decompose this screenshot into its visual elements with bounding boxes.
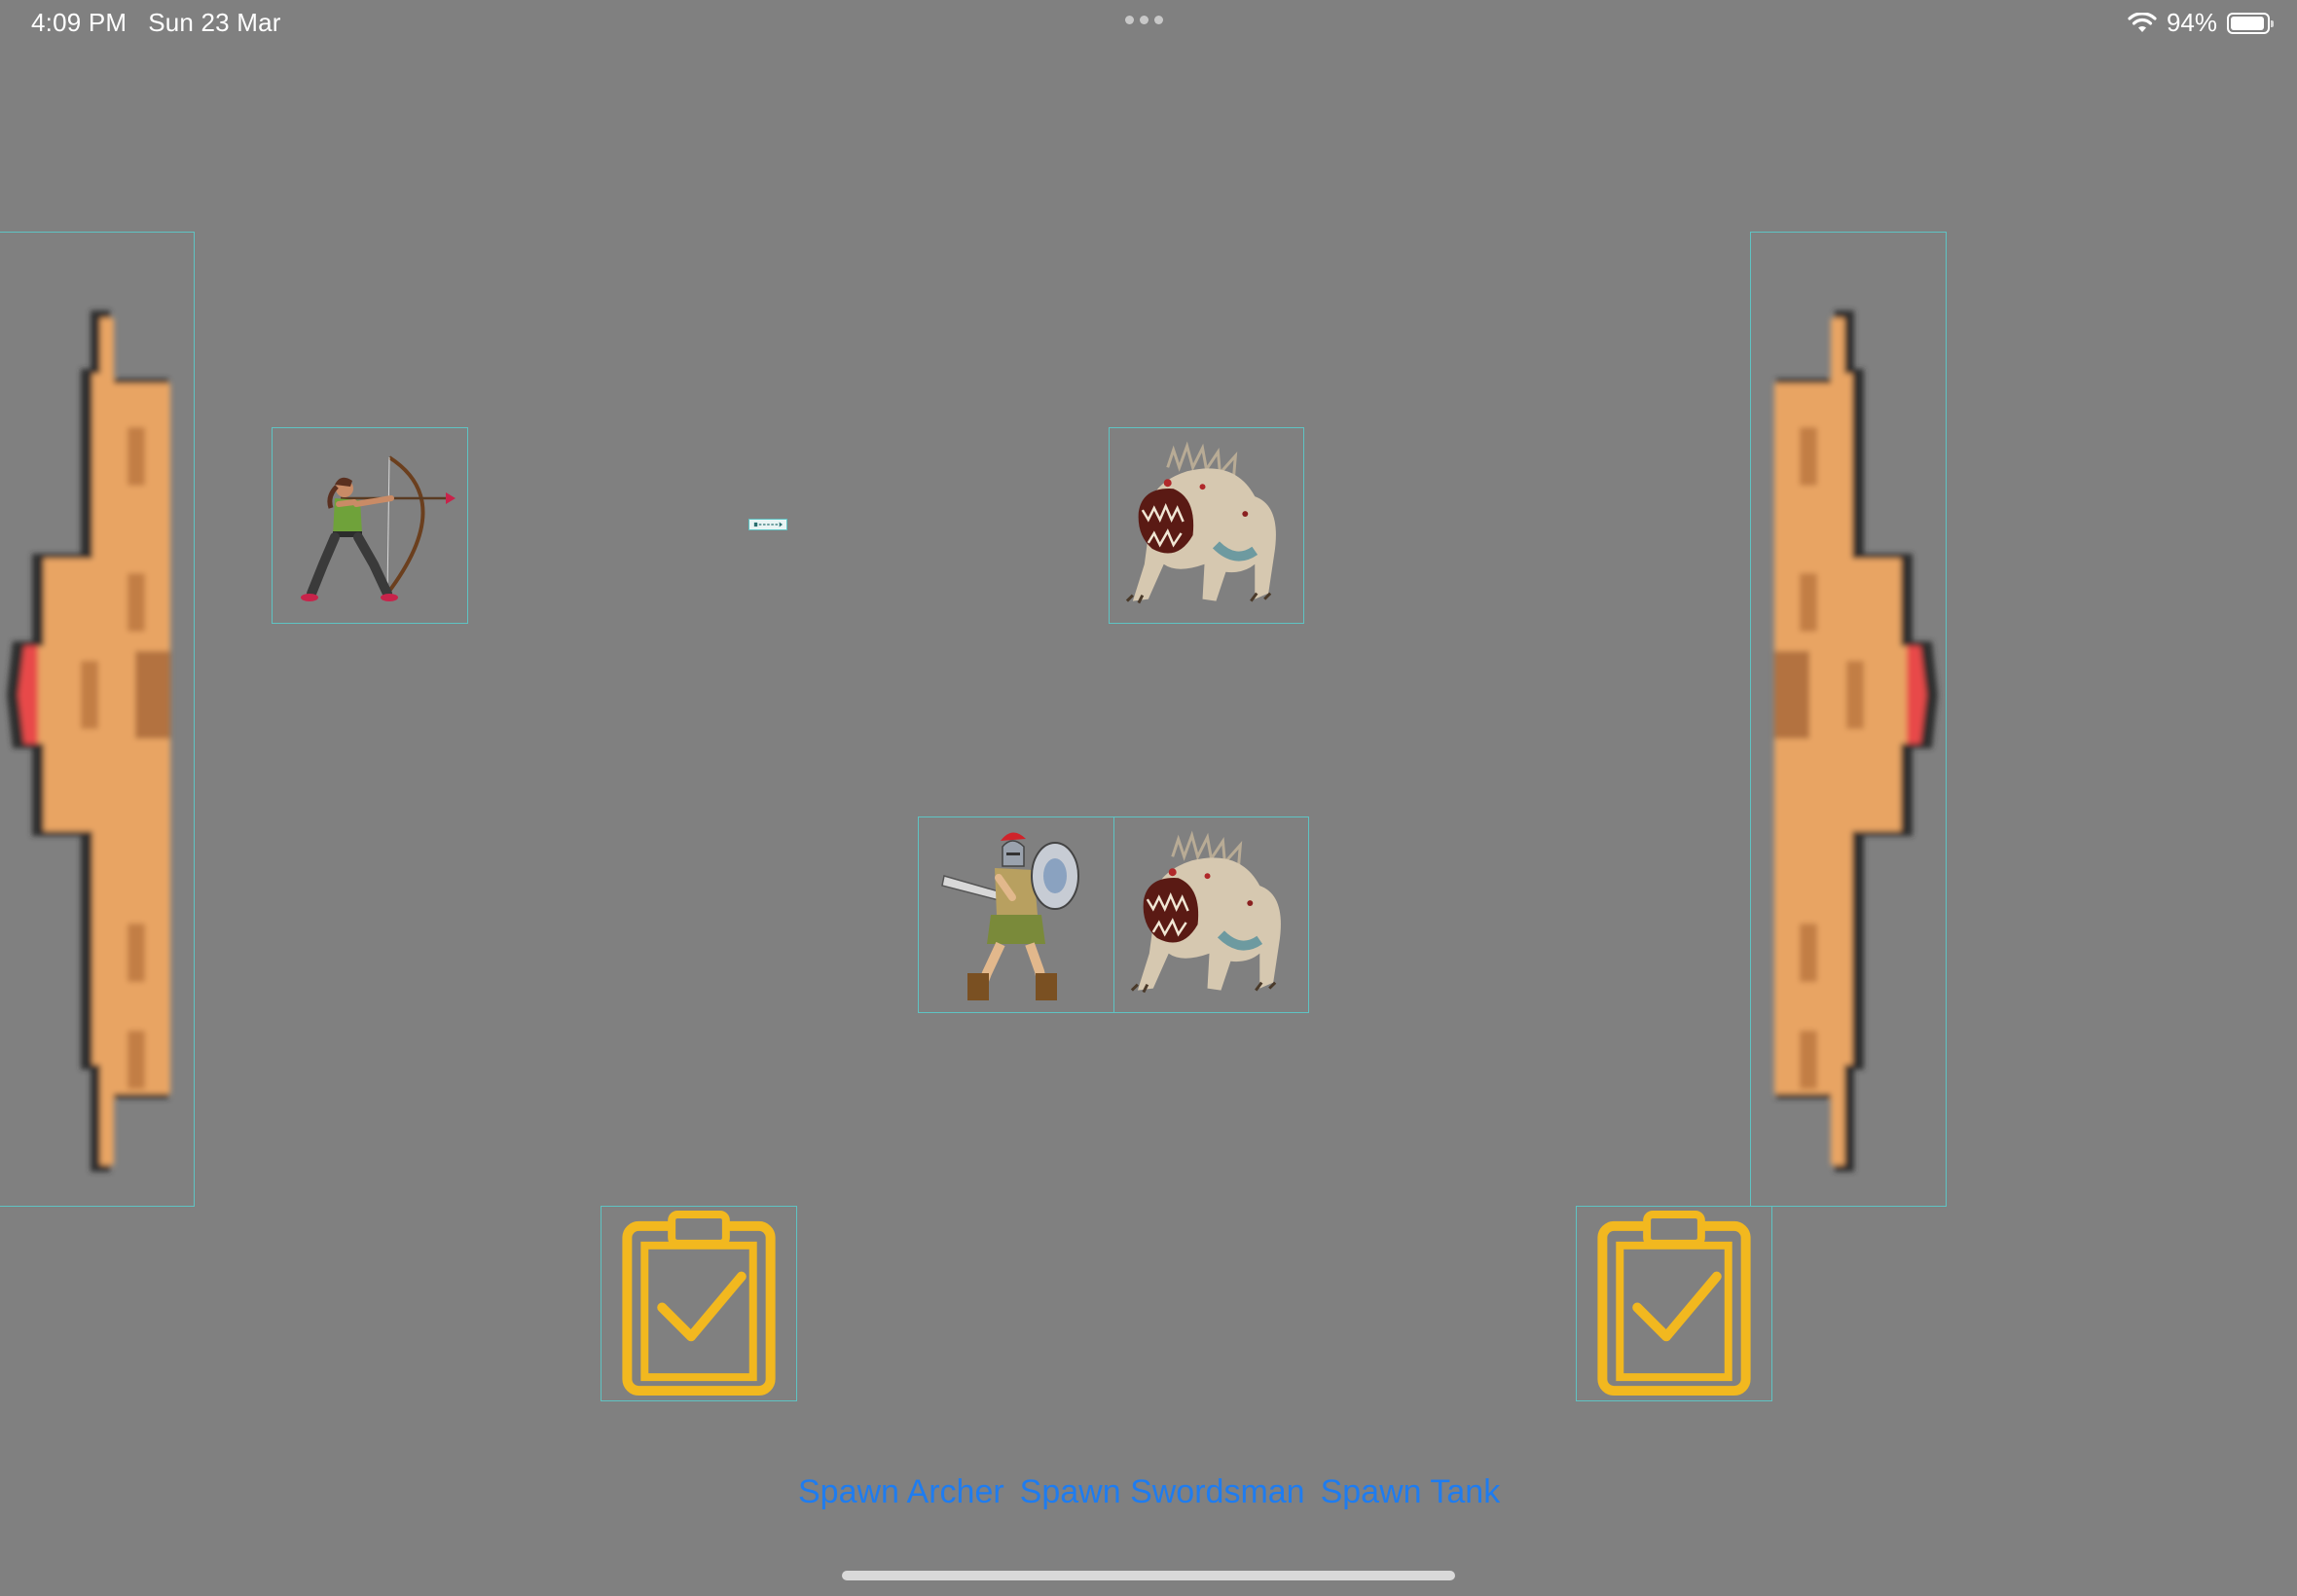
unit-swordsman[interactable] [918, 816, 1114, 1013]
checkpoint-left[interactable] [601, 1206, 797, 1401]
arrow-projectile [748, 519, 787, 530]
arrow-projectile-icon [753, 522, 783, 527]
status-time: 4:09 PM [31, 8, 128, 37]
multitasking-dots-icon[interactable] [1125, 16, 1163, 24]
spawn-tank-button[interactable]: Spawn Tank [1321, 1473, 1501, 1511]
castle-icon [7, 310, 170, 1172]
unit-monster[interactable] [1113, 816, 1309, 1013]
monster-icon [1125, 441, 1276, 604]
clipboard-check-icon [1597, 1210, 1751, 1396]
home-indicator[interactable] [842, 1571, 1455, 1580]
archer-icon [301, 455, 456, 601]
wifi-icon [2128, 12, 2157, 32]
unit-monster[interactable] [1109, 427, 1304, 624]
status-date: Sun 23 Mar [148, 8, 281, 37]
castle-icon [1774, 310, 1938, 1172]
player-castle [0, 232, 195, 1207]
unit-archer[interactable] [272, 427, 468, 624]
battery-icon [2227, 12, 2274, 34]
checkpoint-right[interactable] [1576, 1206, 1772, 1401]
battery-percent: 94% [2166, 8, 2217, 37]
spawn-swordsman-button[interactable]: Spawn Swordsman [1020, 1473, 1305, 1511]
game-screen: 4:09 PM Sun 23 Mar 94% Spawn Archer Spaw… [0, 0, 2297, 1596]
enemy-castle [1750, 232, 1947, 1207]
spawn-button-bar: Spawn Archer Spawn Swordsman Spawn Tank [798, 1473, 1500, 1511]
spawn-archer-button[interactable]: Spawn Archer [798, 1473, 1004, 1511]
swordsman-icon [941, 832, 1079, 1000]
status-bar-left: 4:09 PM Sun 23 Mar [31, 8, 281, 38]
status-bar-right: 94% [2128, 8, 2274, 38]
monster-icon [1130, 830, 1281, 994]
clipboard-check-icon [622, 1210, 776, 1396]
